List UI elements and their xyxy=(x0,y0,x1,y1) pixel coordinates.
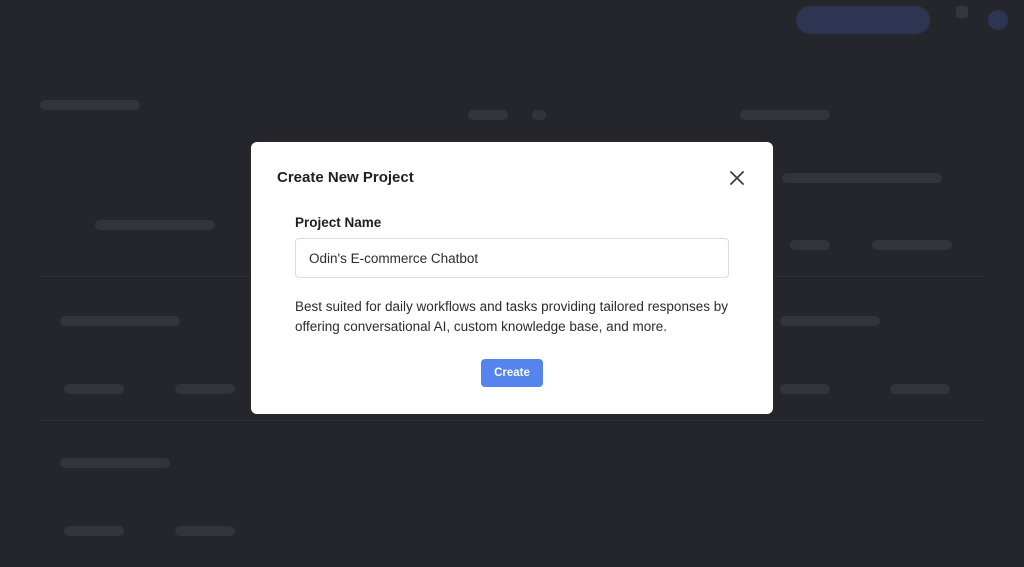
card-title xyxy=(60,458,170,468)
card-meta xyxy=(175,384,235,394)
card-title xyxy=(780,316,880,326)
project-name-label: Project Name xyxy=(295,215,382,230)
card-meta xyxy=(780,384,830,394)
dialog-title: Create New Project xyxy=(277,169,414,186)
card-title xyxy=(60,316,180,326)
filter-label xyxy=(468,110,508,120)
close-button[interactable] xyxy=(727,168,747,188)
card-title xyxy=(95,220,215,230)
card-title xyxy=(782,173,942,183)
page-title xyxy=(40,100,140,110)
avatar xyxy=(988,10,1008,30)
card-meta xyxy=(790,240,830,250)
card-meta xyxy=(872,240,952,250)
card-meta xyxy=(890,384,950,394)
sort-label xyxy=(740,110,830,120)
filter-icon xyxy=(532,110,546,120)
divider xyxy=(40,420,984,421)
close-icon xyxy=(730,171,744,185)
card-meta xyxy=(64,526,124,536)
project-description: Best suited for daily workflows and task… xyxy=(295,299,728,334)
project-name-input[interactable] xyxy=(295,238,729,278)
header-action-button xyxy=(796,6,930,34)
card-meta xyxy=(64,384,124,394)
create-project-dialog: Create New Project Project Name Best sui… xyxy=(251,142,773,414)
notification-icon xyxy=(956,6,968,18)
card-meta xyxy=(175,526,235,536)
create-button[interactable]: Create xyxy=(481,359,543,387)
